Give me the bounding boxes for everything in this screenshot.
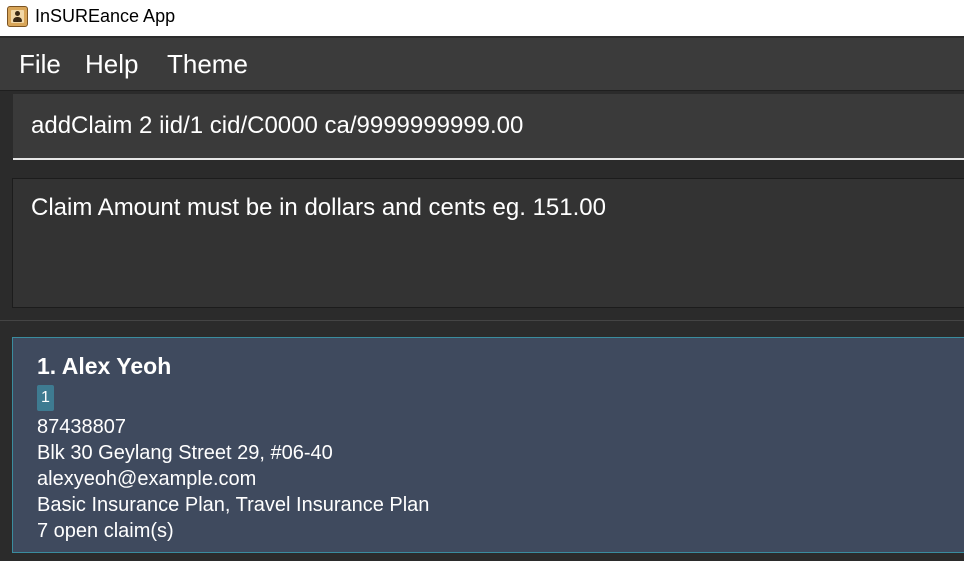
- address-book-icon: [7, 6, 28, 27]
- app-window: InSUREance App File Help Theme Claim Amo…: [0, 0, 964, 561]
- menu-file[interactable]: File: [19, 49, 61, 79]
- person-policies: Basic Insurance Plan, Travel Insurance P…: [37, 494, 430, 516]
- result-display: Claim Amount must be in dollars and cent…: [12, 178, 964, 308]
- command-box: [0, 91, 964, 166]
- person-email: alexyeoh@example.com: [37, 468, 257, 490]
- person-address: Blk 30 Geylang Street 29, #06-40: [37, 442, 333, 464]
- person-list: 1. Alex Yeoh 1 87438807 Blk 30 Geylang S…: [0, 320, 964, 561]
- person-tag: 1: [37, 385, 54, 411]
- person-claims: 7 open claim(s): [37, 520, 174, 542]
- menu-help[interactable]: Help: [85, 49, 138, 79]
- window-title: InSUREance App: [35, 6, 176, 26]
- person-phone: 87438807: [37, 416, 126, 438]
- menu-theme[interactable]: Theme: [167, 49, 248, 79]
- person-name: 1. Alex Yeoh: [37, 353, 172, 379]
- menu-bar: File Help Theme: [0, 38, 964, 91]
- command-input[interactable]: [13, 94, 964, 160]
- person-card[interactable]: 1. Alex Yeoh 1 87438807 Blk 30 Geylang S…: [12, 337, 964, 553]
- title-bar: InSUREance App: [0, 0, 964, 36]
